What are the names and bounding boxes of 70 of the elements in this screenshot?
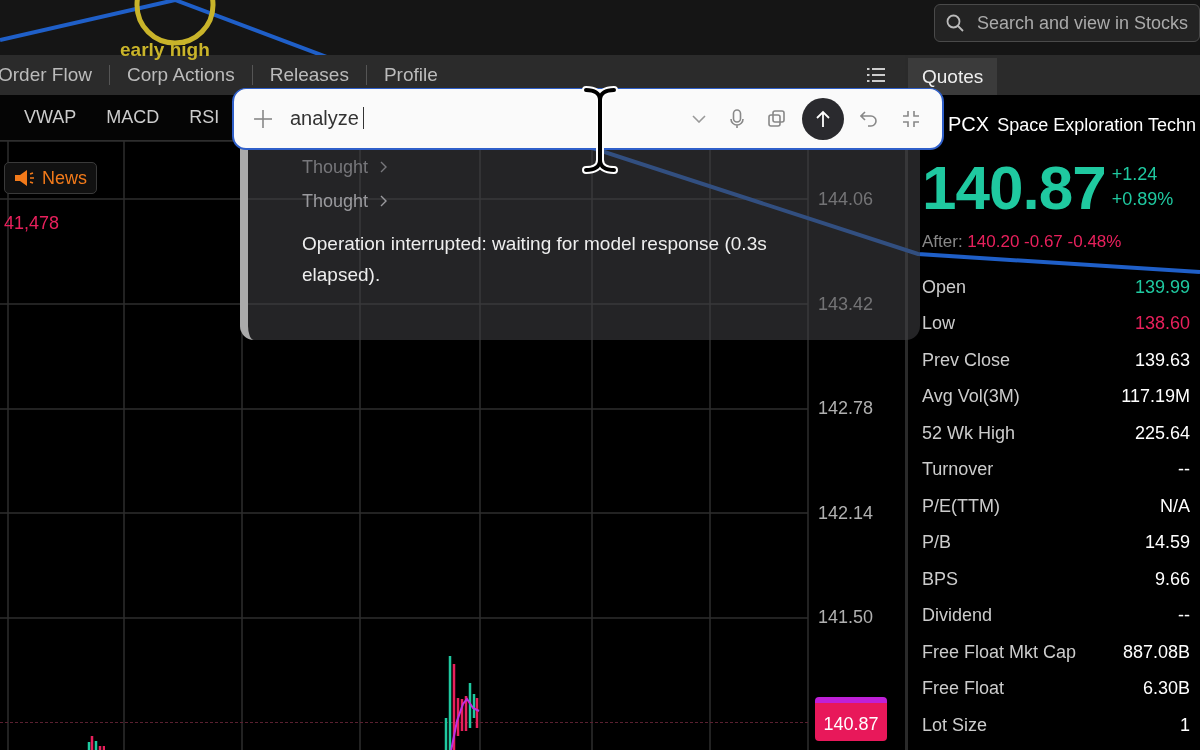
- after-hours-label: After:: [922, 232, 963, 251]
- quote-label: P/E(TTM): [922, 495, 1000, 517]
- annotation-label: early high: [120, 40, 210, 59]
- quote-value: 225.64: [1134, 422, 1190, 444]
- quote-label: 52 Wk High: [922, 422, 1016, 444]
- speaker-icon: [14, 169, 36, 187]
- list-icon[interactable]: [867, 68, 885, 82]
- price-label: 143.42: [818, 293, 874, 315]
- collapse-icon[interactable]: [902, 109, 920, 128]
- volume-reading: 41,478: [4, 213, 60, 234]
- thought-toggle[interactable]: Thought: [302, 150, 389, 184]
- quote-label: Lot Size: [922, 714, 988, 736]
- quote-value: 887.08B: [1122, 641, 1190, 663]
- quote-label: P/B: [922, 532, 951, 554]
- chevron-right-icon: [380, 161, 389, 173]
- thought-toggle[interactable]: Thought: [302, 184, 389, 218]
- prompt-input[interactable]: analyze: [290, 107, 365, 130]
- company-name: Space Exploration Techn: [997, 115, 1196, 136]
- current-price-tag: 140.87: [815, 697, 887, 741]
- copy-icon[interactable]: [768, 109, 786, 128]
- news-button[interactable]: News: [4, 162, 97, 194]
- quote-label: BPS: [922, 568, 959, 590]
- after-hours-value: 140.20 -0.67 -0.48%: [967, 232, 1122, 251]
- price-label: 141.50: [818, 607, 874, 628]
- candlestick-drawing: [87, 736, 105, 750]
- price-change: +1.24: [1111, 164, 1159, 185]
- microphone-icon[interactable]: [730, 108, 744, 129]
- indicator-tab[interactable]: MACD: [106, 107, 160, 128]
- price-label: 144.06: [818, 189, 874, 210]
- percent-change: +0.89%: [1111, 189, 1174, 210]
- prompt-bar[interactable]: analyze: [232, 88, 944, 150]
- quote-value: 117.19M: [1121, 386, 1190, 408]
- quote-value: 9.66: [1154, 568, 1190, 590]
- tab[interactable]: Profile: [366, 64, 455, 86]
- quote-label: Prev Close: [922, 349, 1011, 371]
- quote-value: 139.63: [1134, 349, 1190, 371]
- price-label: 142.14: [818, 502, 874, 524]
- tab[interactable]: Corp Actions: [109, 64, 252, 86]
- indicator-tab[interactable]: RSI: [189, 107, 220, 128]
- tab[interactable]: Releases: [252, 64, 366, 86]
- price-label: 142.78: [818, 398, 874, 419]
- status-message: Operation interrupted: waiting for model response (0.3s elapsed).: [302, 232, 768, 287]
- quote-value: --: [1178, 605, 1190, 627]
- quotes-tab[interactable]: Quotes: [908, 58, 998, 95]
- search-field[interactable]: Search and view in Stocks: [934, 4, 1200, 42]
- quote-label: Open: [922, 276, 967, 298]
- search-icon: [945, 13, 965, 33]
- chevron-right-icon: [380, 195, 389, 207]
- stock-symbol: PCX: [948, 113, 990, 136]
- quote-value: N/A: [1160, 495, 1190, 517]
- up-arrow-icon: [815, 109, 831, 128]
- quote-value: 6.30B: [1142, 678, 1190, 700]
- plus-icon[interactable]: [254, 109, 272, 128]
- undo-icon[interactable]: [860, 109, 878, 128]
- quote-label: Free Float: [922, 678, 1005, 700]
- chevron-down-icon[interactable]: [692, 114, 706, 123]
- send-button[interactable]: [802, 97, 844, 140]
- quote-label: Free Float Mkt Cap: [922, 641, 1077, 663]
- quote-label: Dividend: [922, 605, 993, 627]
- quote-value: 14.59: [1144, 532, 1190, 554]
- quote-value: 139.99: [1134, 276, 1190, 298]
- indicator-tab[interactable]: VWAP: [24, 107, 77, 128]
- last-price: 140.87: [922, 151, 1106, 223]
- text-cursor-icon: [582, 86, 618, 174]
- quote-value: 138.60: [1134, 313, 1190, 335]
- quote-value: 1: [1180, 714, 1190, 736]
- quote-label: Turnover: [922, 459, 994, 481]
- quote-value: --: [1178, 459, 1190, 481]
- quote-label: Avg Vol(3M): [922, 386, 1020, 408]
- quote-label: Low: [922, 313, 956, 335]
